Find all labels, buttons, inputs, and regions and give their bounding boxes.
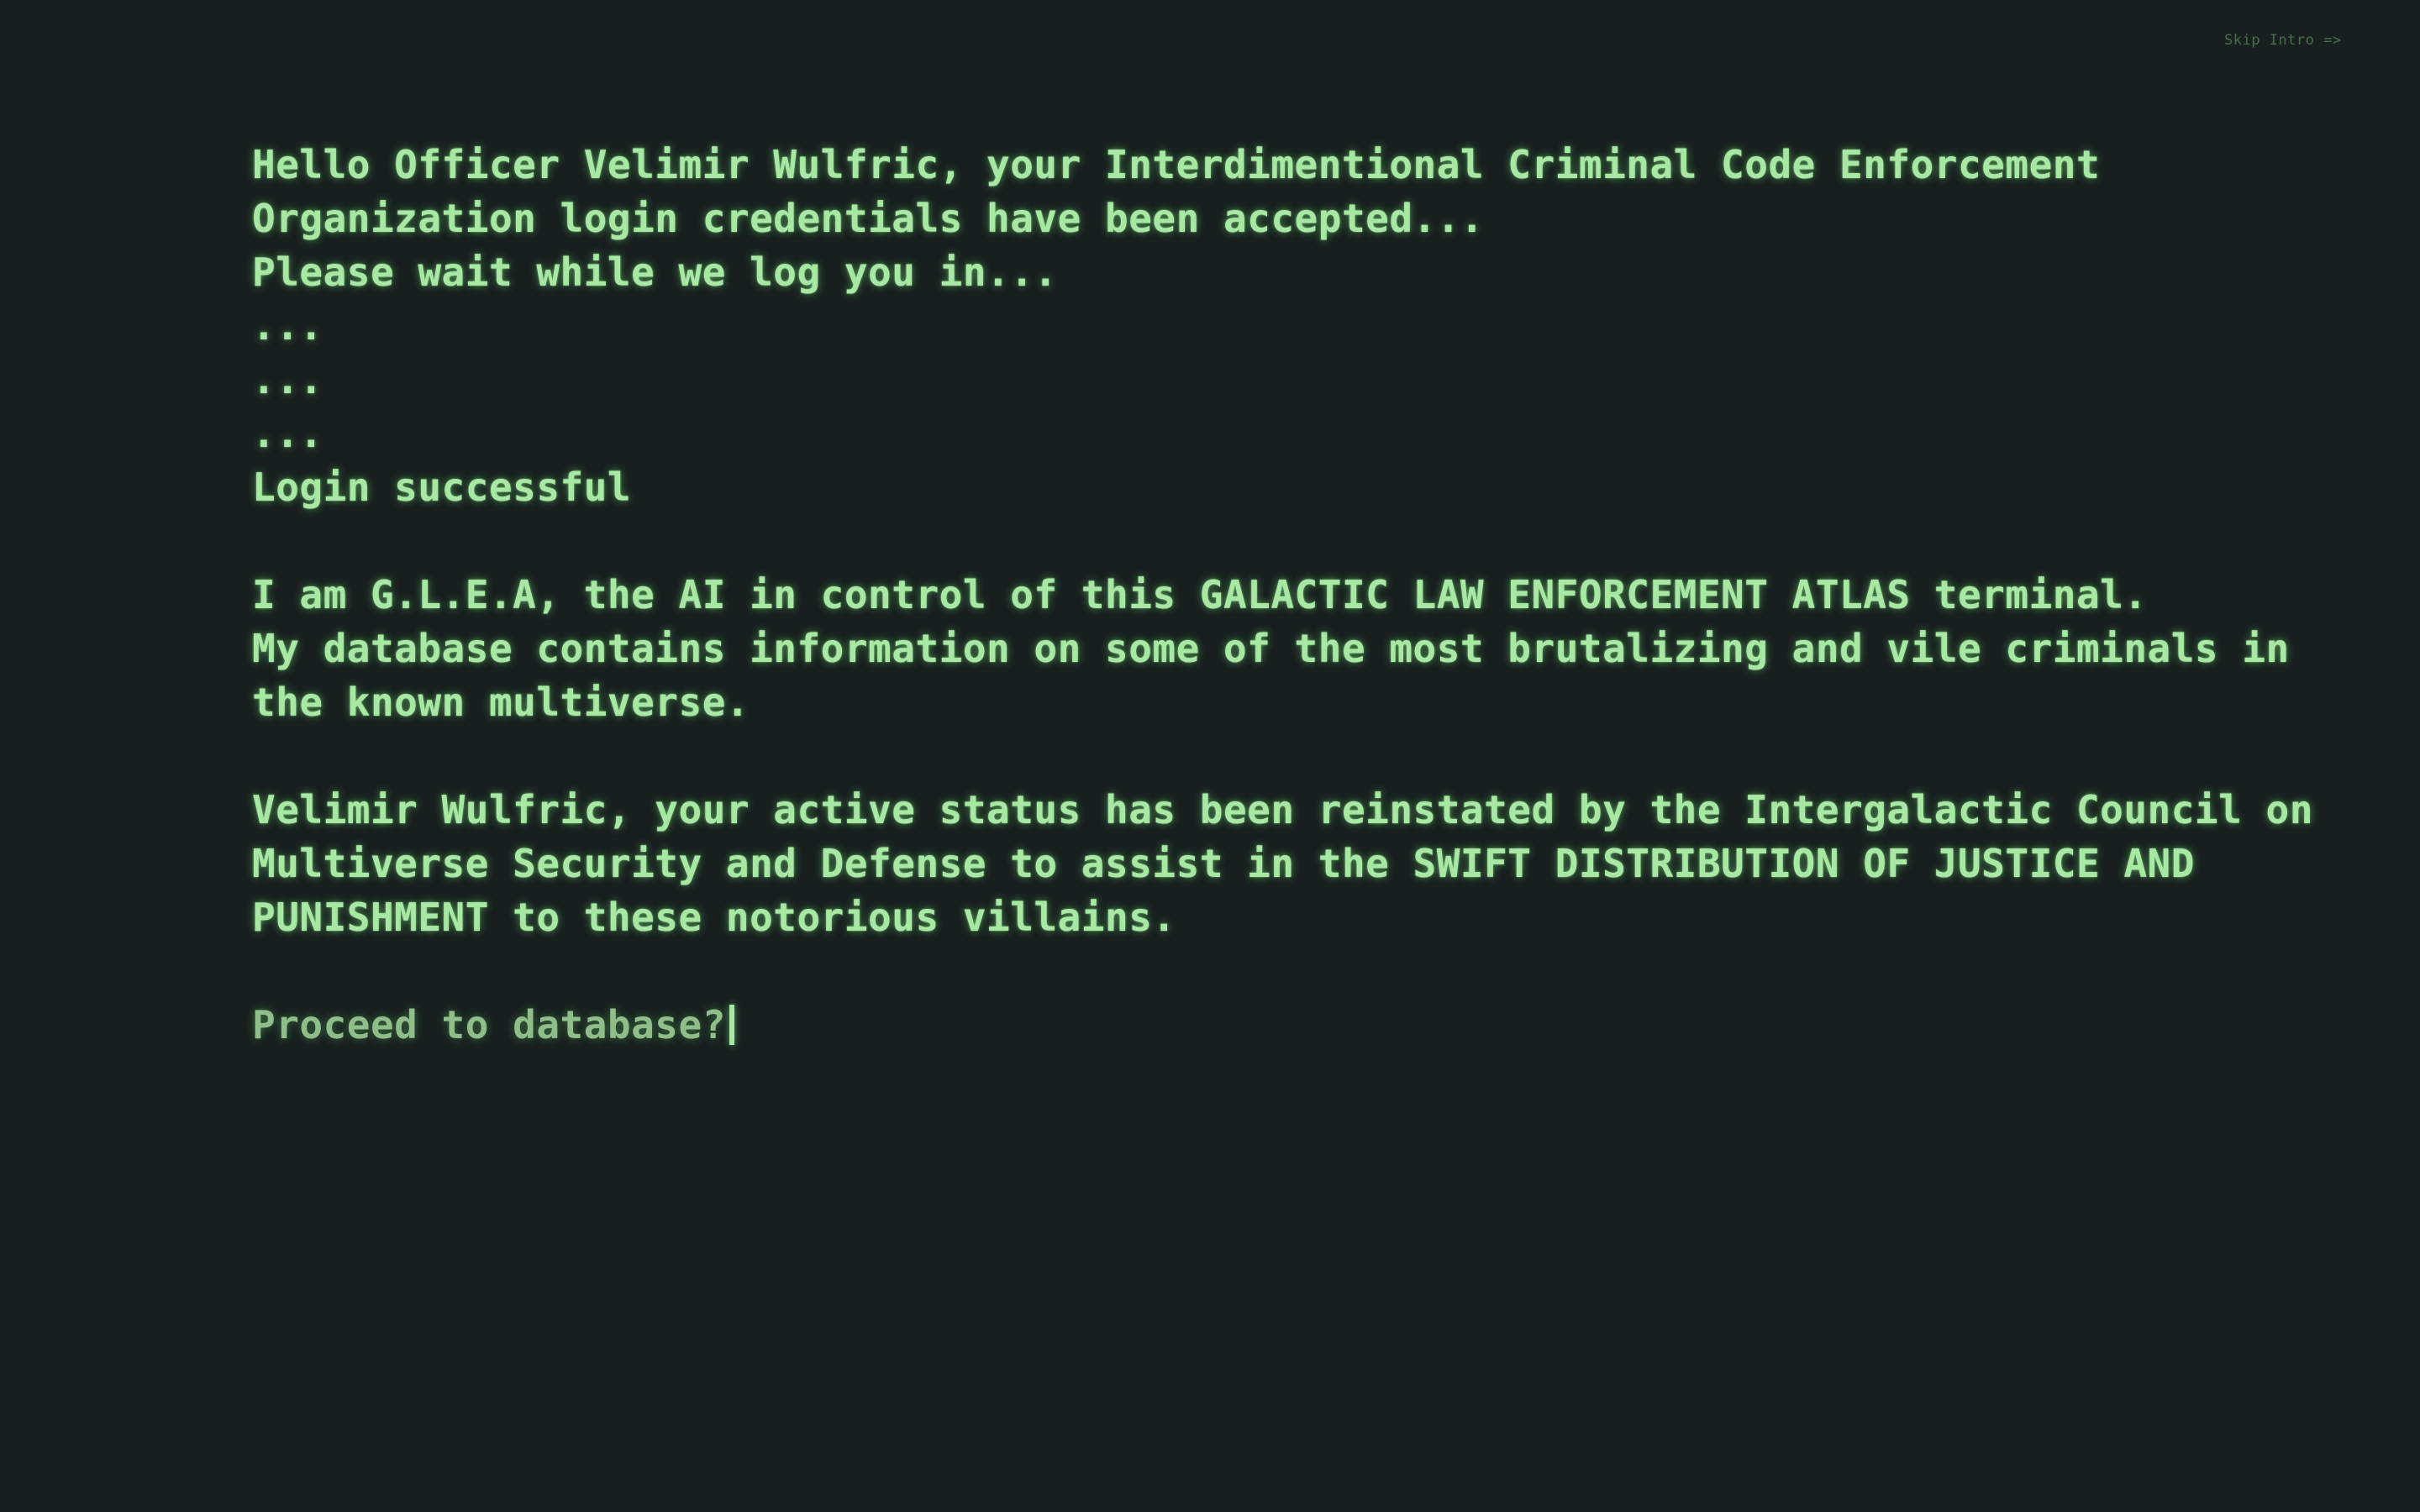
terminal-output: Hello Officer Velimir Wulfric, your Inte… — [252, 138, 2313, 1052]
terminal-line: PUNISHMENT to these notorious villains. — [252, 895, 1176, 940]
terminal-line: Velimir Wulfric, your active status has … — [252, 787, 2313, 832]
prompt-line: Proceed to database? — [252, 998, 2235, 1052]
terminal-line: I am G.L.E.A, the AI in control of this … — [252, 572, 2148, 617]
terminal-line: Hello Officer Velimir Wulfric, your Inte… — [252, 142, 2101, 187]
terminal-line: the known multiverse. — [252, 680, 750, 725]
terminal-line: ... — [252, 357, 324, 402]
login-status-line: Login successful — [252, 465, 632, 510]
terminal-line: ... — [252, 411, 324, 456]
skip-intro-link[interactable]: Skip Intro => — [2224, 32, 2342, 49]
text-cursor — [729, 1005, 734, 1045]
terminal-line: Please wait while we log you in... — [252, 249, 1058, 295]
terminal-line: Organization login credentials have been… — [252, 196, 1485, 241]
terminal-line: My database contains information on some… — [252, 626, 2290, 671]
terminal-line: ... — [252, 303, 324, 349]
terminal-line: Multiverse Security and Defense to assis… — [252, 841, 2195, 886]
proceed-to-database-prompt[interactable]: Proceed to database? — [252, 998, 726, 1052]
